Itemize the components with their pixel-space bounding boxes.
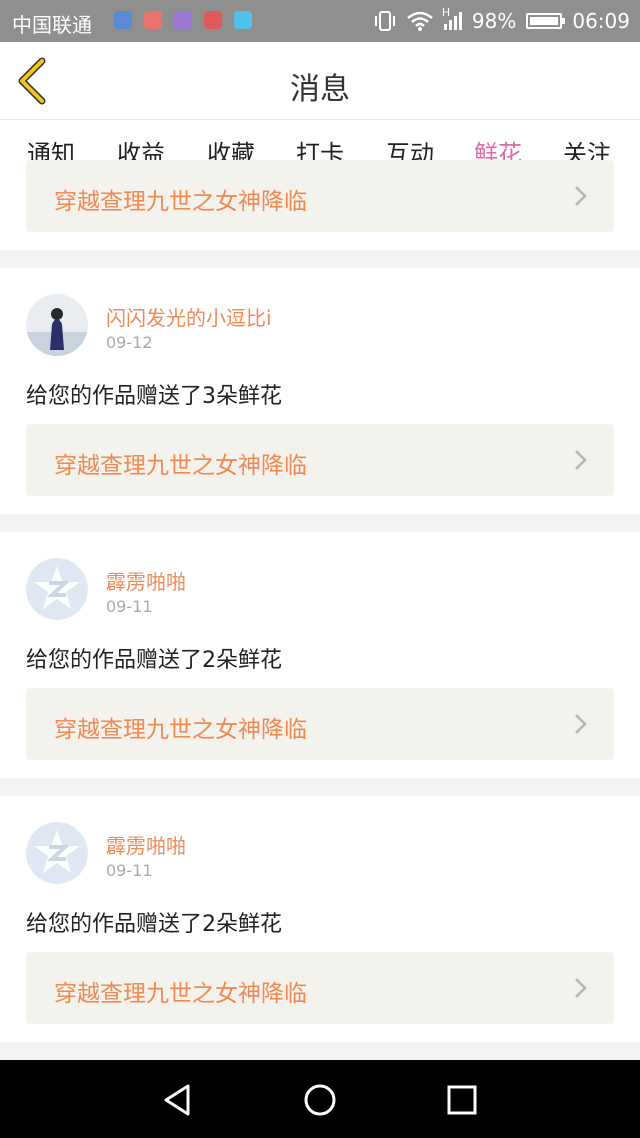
- avatar[interactable]: [26, 822, 88, 884]
- work-link[interactable]: 穿越查理九世之女神降临: [26, 952, 614, 1024]
- message-text: 给您的作品赠送了2朵鲜花: [26, 912, 282, 937]
- chevron-right-icon: [575, 450, 587, 470]
- date: 09-12: [106, 333, 153, 352]
- wifi-icon: [407, 11, 433, 31]
- battery-percent: 98%: [471, 9, 517, 33]
- location-icon: [114, 11, 132, 29]
- list-item: 闪闪发光的小逗比i 09-12 给您的作品赠送了3朵鲜花 穿越查理九世之女神降临: [0, 268, 640, 514]
- nav-recents-button[interactable]: [444, 1082, 480, 1118]
- header: 消息: [0, 42, 640, 120]
- work-title: 穿越查理九世之女神降临: [54, 717, 307, 743]
- nav-back-button[interactable]: [160, 1082, 196, 1118]
- cloud-icon: [204, 11, 222, 29]
- chevron-right-icon: [575, 978, 587, 998]
- default-avatar-icon: [26, 822, 88, 884]
- page-title: 消息: [290, 72, 350, 107]
- network-type-label: H: [441, 6, 451, 19]
- avatar[interactable]: [26, 294, 88, 356]
- app-icon: [234, 11, 252, 29]
- work-link[interactable]: 穿越查理九世之女神降临: [26, 160, 614, 232]
- avatar[interactable]: [26, 558, 88, 620]
- cellular-signal: H: [442, 6, 462, 30]
- username[interactable]: 霹雳啪啪: [106, 830, 186, 859]
- work-link[interactable]: 穿越查理九世之女神降临: [26, 688, 614, 760]
- work-title: 穿越查理九世之女神降临: [54, 981, 307, 1007]
- message-text: 给您的作品赠送了3朵鲜花: [26, 384, 282, 409]
- mail-icon: [144, 11, 162, 29]
- message-text: 给您的作品赠送了2朵鲜花: [26, 648, 282, 673]
- system-nav-bar: [0, 1060, 640, 1138]
- date: 09-11: [106, 597, 153, 616]
- gallery-icon: [174, 11, 192, 29]
- vibrate-icon: [374, 11, 395, 31]
- list-item: 霹雳啪啪 09-11 给您的作品赠送了2朵鲜花 穿越查理九世之女神降临: [0, 532, 640, 778]
- work-title: 穿越查理九世之女神降临: [54, 189, 307, 215]
- username[interactable]: 霹雳啪啪: [106, 566, 186, 595]
- username[interactable]: 闪闪发光的小逗比i: [106, 302, 272, 331]
- chevron-right-icon: [575, 714, 587, 734]
- chevron-right-icon: [575, 186, 587, 206]
- default-avatar-icon: [26, 558, 88, 620]
- work-link[interactable]: 穿越查理九世之女神降临: [26, 424, 614, 496]
- date: 09-11: [106, 861, 153, 880]
- list-item: 穿越查理九世之女神降临: [0, 160, 640, 250]
- user-photo-icon: [26, 294, 88, 356]
- battery-icon: [526, 13, 566, 29]
- work-title: 穿越查理九世之女神降临: [54, 453, 307, 479]
- notification-icons: [114, 11, 252, 29]
- clock: 06:09: [572, 9, 630, 33]
- status-bar: 中国联通 H 98% 06:09: [0, 0, 640, 42]
- carrier-label: 中国联通: [12, 13, 92, 37]
- list-item: 霹雳啪啪 09-11 给您的作品赠送了2朵鲜花 穿越查理九世之女神降临: [0, 796, 640, 1042]
- nav-home-button[interactable]: [302, 1082, 338, 1118]
